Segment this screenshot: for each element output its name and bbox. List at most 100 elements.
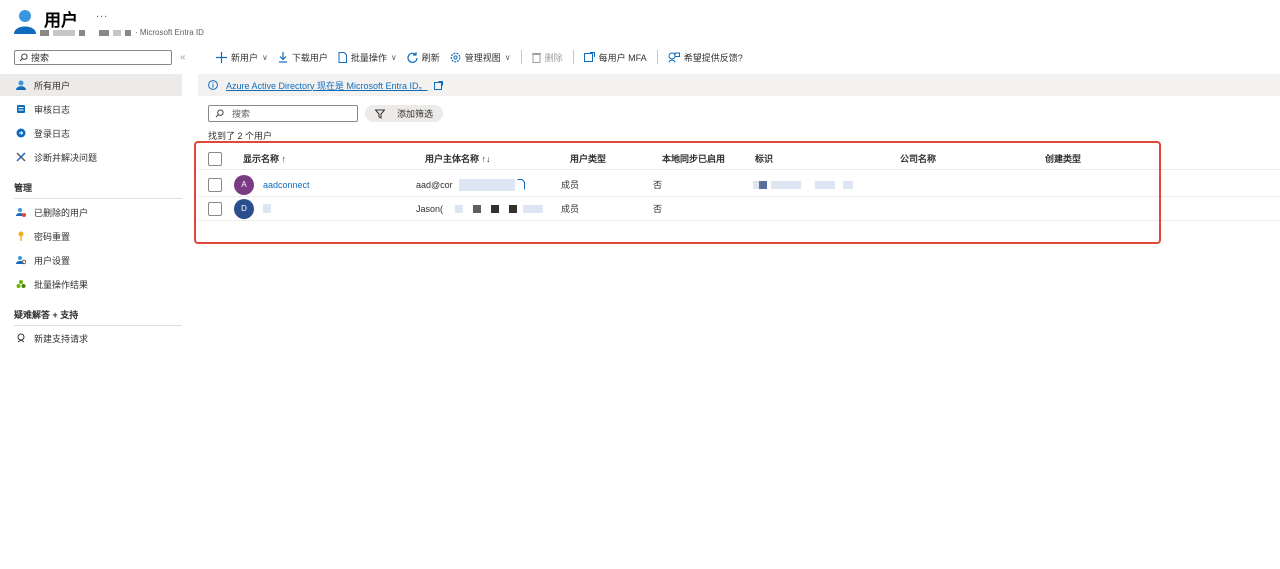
table-row[interactable]: A aadconnect aad@cor 成员 否 [198,173,1280,197]
upn-value: Jason( [416,203,444,214]
column-identity[interactable]: 标识 [755,148,773,169]
chevron-down-icon: ∨ [390,52,397,62]
search-icon [19,53,28,62]
delete-label: 删除 [544,52,563,63]
redacted-text [263,204,271,213]
row-checkbox[interactable] [208,201,222,216]
bulk-operations-button[interactable]: 批量操作 ∨ [338,51,397,64]
manage-view-button[interactable]: 管理视图 ∨ [450,51,511,64]
redacted-text [815,180,835,189]
sidebar-section-support: 疑难解答 + 支持 [14,310,79,320]
sidebar-item-deleted-users[interactable]: 已删除的用户 [0,201,182,223]
sidebar-item-label: 新建支持请求 [34,333,89,344]
download-users-button[interactable]: 下载用户 [278,51,328,64]
sidebar-item-bulk-results[interactable]: 批量操作结果 [0,273,182,295]
refresh-label: 刷新 [421,52,440,63]
collapse-sidebar-button[interactable]: « [180,52,186,63]
rename-notice-link[interactable]: Azure Active Directory 现在是 Microsoft Ent… [226,79,428,92]
column-on-prem-sync[interactable]: 本地同步已启用 [662,148,725,169]
info-banner: Azure Active Directory 现在是 Microsoft Ent… [198,74,1280,96]
sidebar-item-label: 诊断并解决问题 [34,152,98,163]
sidebar-search-input[interactable]: 搜索 [14,50,172,65]
redacted-text [491,204,500,213]
select-all-checkbox[interactable] [208,151,222,166]
sidebar-item-label: 审核日志 [34,104,71,115]
sidebar-item-password-reset[interactable]: 密码重置 [0,225,182,247]
support-request-icon [16,333,26,343]
redacted-text [455,204,464,213]
external-link-icon [433,80,443,90]
external-window-icon [583,52,595,62]
redacted-text [843,180,853,189]
redacted-text [509,204,518,213]
per-user-mfa-button[interactable]: 每用户 MFA [583,51,647,64]
per-user-mfa-label: 每用户 MFA [598,52,647,63]
command-bar: 新用户 ∨ 下载用户 批量操作 ∨ 刷新 管理视图 ∨ 删除 每用户 MFA 希… [216,48,753,66]
divider [572,50,574,64]
divider [14,198,182,199]
column-creation-type[interactable]: 创建类型 [1045,148,1081,169]
sidebar-item-sign-in-logs[interactable]: 登录日志 [0,122,182,144]
user-type-value: 成员 [561,180,580,190]
audit-log-icon [16,104,26,114]
sidebar-item-new-support-request[interactable]: 新建支持请求 [0,327,182,349]
user-type-value: 成员 [561,204,580,214]
redacted-text [458,178,515,191]
filter-icon [375,109,385,119]
divider [520,50,522,64]
user-search-input[interactable]: 搜索 [208,105,358,122]
users-icon [14,10,36,34]
key-icon [16,231,26,241]
user-icon [16,80,26,90]
sidebar-item-label: 用户设置 [34,255,71,266]
sidebar-section-manage: 管理 [14,183,33,193]
redacted-text [53,29,75,36]
sidebar-item-diagnose[interactable]: 诊断并解决问题 [0,146,182,168]
sidebar-item-user-settings[interactable]: 用户设置 [0,249,182,271]
bulk-operations-label: 批量操作 [350,52,387,63]
redacted-text [113,29,121,36]
divider [656,50,658,64]
new-user-button[interactable]: 新用户 ∨ [216,51,268,64]
sign-in-log-icon [16,128,26,138]
gear-icon [450,52,461,62]
feedback-button[interactable]: 希望提供反馈? [668,51,743,64]
sync-value: 否 [653,180,663,190]
avatar: A [234,174,254,195]
avatar: D [234,198,254,219]
breadcrumb-subtitle: · Microsoft Entra ID [40,28,204,37]
deleted-users-icon [16,207,26,217]
sidebar-search-placeholder: 搜索 [31,53,50,63]
wrench-icon [16,152,26,162]
sidebar-item-audit-logs[interactable]: 审核日志 [0,98,182,120]
manage-view-label: 管理视图 [464,52,501,63]
sidebar-item-all-users[interactable]: 所有用户 [0,74,182,96]
user-name-link[interactable]: aadconnect [263,180,310,190]
refresh-button[interactable]: 刷新 [407,51,440,64]
redacted-text [125,29,131,36]
new-user-label: 新用户 [231,52,259,63]
info-icon [208,80,218,90]
row-checkbox[interactable] [208,177,222,192]
document-icon [517,179,525,190]
download-users-label: 下载用户 [291,52,328,63]
identity-value [753,173,853,196]
upn-value: aad@cor [416,179,453,190]
more-options-button[interactable]: ... [96,8,108,20]
column-company[interactable]: 公司名称 [900,148,936,169]
feedback-icon [668,52,680,63]
redacted-text [759,180,767,189]
column-upn[interactable]: 用户主体名称 ↑↓ [425,148,491,169]
add-filter-button[interactable]: 添加筛选 [365,105,444,122]
column-display-name[interactable]: 显示名称 ↑ [243,148,286,169]
delete-button[interactable]: 删除 [531,51,563,64]
table-row[interactable]: D Jason( 成员 否 [198,197,1280,221]
redacted-text [473,204,482,213]
chevron-down-icon: ∨ [504,52,511,62]
feedback-label: 希望提供反馈? [683,52,743,63]
add-filter-label: 添加筛选 [397,109,434,119]
chevron-down-icon: ∨ [262,52,268,62]
bulk-results-icon [16,279,26,289]
column-user-type[interactable]: 用户类型 [570,148,606,169]
sidebar-item-label: 批量操作结果 [34,279,89,290]
